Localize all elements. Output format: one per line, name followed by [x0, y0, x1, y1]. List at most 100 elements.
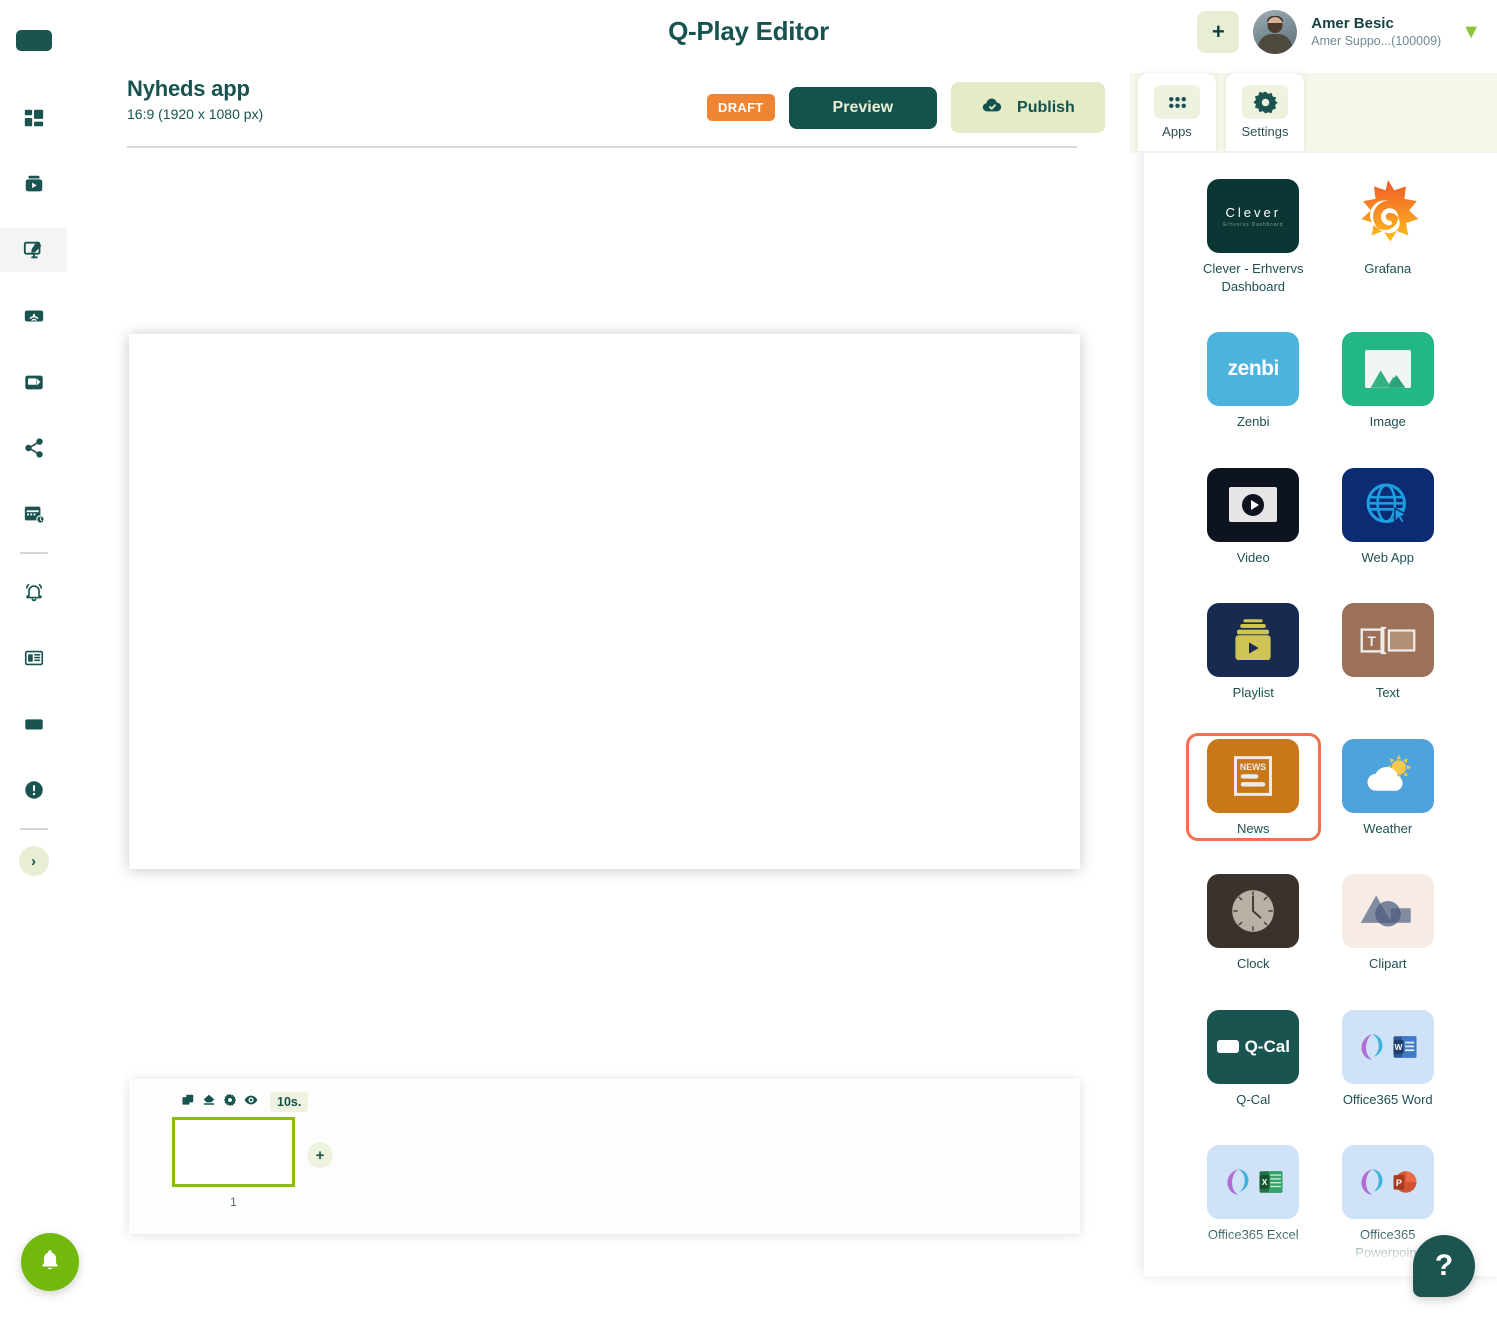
sidebar-item-media-player[interactable] — [0, 162, 67, 206]
playlist-icon — [1207, 603, 1300, 678]
app-item-news[interactable]: NEWS News — [1186, 732, 1321, 842]
app-label: Grafana — [1364, 261, 1412, 276]
duplicate-icon[interactable] — [181, 1093, 195, 1112]
exclamation-icon — [23, 779, 45, 801]
sidebar-item-dashboard[interactable] — [0, 96, 67, 140]
news-icon: NEWS — [1207, 738, 1300, 813]
user-area: + Amer Besic Amer Suppo...(100009) ▼ — [1197, 10, 1481, 54]
app-item-video[interactable]: Video — [1186, 462, 1321, 571]
slide-number: 1 — [230, 1195, 237, 1209]
help-button[interactable]: ? — [1413, 1235, 1475, 1297]
editor-icon — [23, 239, 45, 261]
app-item-image[interactable]: Image — [1321, 326, 1456, 435]
sidebar-item-editor[interactable] — [0, 228, 67, 272]
sidebar-item-share[interactable] — [0, 426, 67, 470]
svg-text:X: X — [1261, 1177, 1267, 1187]
tab-apps-label: Apps — [1162, 124, 1192, 139]
app-item-grafana[interactable]: Grafana — [1321, 173, 1456, 299]
app-label: Text — [1375, 685, 1400, 701]
sidebar-item-alerts[interactable] — [0, 570, 67, 614]
chevron-down-icon[interactable]: ▼ — [1461, 21, 1481, 44]
slide-duration[interactable]: 10s. — [270, 1092, 309, 1112]
app-label: Clever - Erhvervs Dashboard — [1203, 261, 1304, 294]
media-library-icon — [23, 371, 45, 393]
cloud-check-icon — [981, 94, 1003, 121]
wifi-icon — [23, 305, 45, 327]
tab-settings-label: Settings — [1241, 124, 1289, 139]
clever-icon: Clever Erhvervs Dashboard — [1207, 179, 1300, 253]
media-player-icon — [23, 173, 45, 195]
app-item-weather[interactable]: Weather — [1321, 733, 1456, 842]
tab-apps[interactable]: Apps — [1138, 73, 1216, 151]
app-label: Video — [1236, 549, 1270, 565]
avatar[interactable] — [1253, 10, 1298, 54]
preview-button[interactable]: Preview — [788, 86, 938, 129]
app-label: Clipart — [1368, 956, 1407, 972]
clipart-icon — [1341, 874, 1434, 949]
app-label: Clock — [1236, 956, 1270, 972]
slide-thumbnail[interactable] — [172, 1117, 295, 1187]
sidebar-item-media-library[interactable] — [0, 360, 67, 404]
bell-icon — [37, 1247, 63, 1278]
sidebar-item-screens[interactable] — [0, 702, 67, 746]
document-name: Nyheds app — [127, 76, 250, 101]
notification-fab[interactable] — [21, 1233, 79, 1291]
qplay-logo[interactable] — [15, 30, 52, 51]
svg-text:W: W — [1395, 1042, 1403, 1052]
office-excel-icon: X — [1207, 1145, 1300, 1220]
svg-text:NEWS: NEWS — [1240, 762, 1266, 772]
user-name: Amer Besic — [1311, 14, 1394, 32]
eraser-icon[interactable] — [202, 1093, 216, 1112]
user-info: Amer Besic Amer Suppo...(100009) — [1311, 15, 1441, 49]
office-powerpoint-icon: P — [1341, 1145, 1434, 1220]
app-item-office365-excel[interactable]: X Office365 Excel — [1186, 1139, 1321, 1265]
svg-text:P: P — [1396, 1178, 1402, 1188]
app-label: Web App — [1361, 549, 1415, 565]
left-sidebar: › — [0, 0, 67, 1319]
app-item-playlist[interactable]: Playlist — [1186, 597, 1321, 706]
add-button[interactable]: + — [1197, 11, 1240, 53]
sidebar-expand-button[interactable]: › — [18, 846, 49, 876]
app-item-clever[interactable]: Clever Erhvervs Dashboard Clever - Erhve… — [1186, 173, 1321, 299]
app-label: Office365 Word — [1342, 1091, 1433, 1107]
add-slide-button[interactable]: + — [307, 1142, 333, 1168]
sidebar-item-support[interactable] — [0, 768, 67, 812]
header-divider — [127, 146, 1077, 148]
svg-text:T: T — [1367, 634, 1376, 649]
publish-button-label: Publish — [1017, 98, 1075, 116]
web-app-icon — [1341, 467, 1434, 542]
app-label: News — [1236, 820, 1270, 836]
app-item-clipart[interactable]: Clipart — [1321, 868, 1456, 977]
slide-canvas[interactable] — [129, 334, 1080, 869]
app-item-web-app[interactable]: Web App — [1321, 462, 1456, 571]
app-label: Zenbi — [1236, 414, 1270, 430]
bell-alert-icon — [23, 581, 45, 603]
sidebar-item-news-feed[interactable] — [0, 636, 67, 680]
tab-settings[interactable]: Settings — [1226, 73, 1304, 151]
publish-button[interactable]: Publish — [951, 82, 1105, 133]
calendar-clock-icon — [23, 503, 45, 525]
eye-icon[interactable] — [244, 1093, 258, 1112]
document-resolution: 16:9 (1920 x 1080 px) — [127, 106, 264, 122]
app-item-office365-word[interactable]: W Office365 Word — [1321, 1004, 1456, 1113]
app-label: Playlist — [1232, 685, 1274, 701]
app-item-text[interactable]: T Text — [1321, 597, 1456, 706]
grid-dots-icon — [1154, 85, 1200, 119]
screen-icon — [23, 713, 45, 735]
apps-panel: Clever Erhvervs Dashboard Clever - Erhve… — [1144, 143, 1497, 1276]
weather-icon — [1341, 738, 1434, 813]
sidebar-item-schedule[interactable] — [0, 492, 67, 536]
gear-icon — [1242, 85, 1288, 119]
zenbi-icon: zenbi — [1207, 332, 1300, 407]
app-item-clock[interactable]: Clock — [1186, 868, 1321, 977]
sidebar-divider-2 — [19, 828, 48, 830]
app-label: Q-Cal — [1236, 1091, 1271, 1107]
gear-icon[interactable] — [223, 1093, 237, 1112]
grafana-icon — [1342, 179, 1434, 253]
text-icon: T — [1341, 603, 1434, 678]
app-item-q-cal[interactable]: Q-Cal Q-Cal — [1186, 1004, 1321, 1113]
sidebar-item-network[interactable] — [0, 294, 67, 338]
share-icon — [23, 437, 45, 459]
app-item-zenbi[interactable]: zenbi Zenbi — [1186, 326, 1321, 435]
video-icon — [1207, 467, 1300, 542]
